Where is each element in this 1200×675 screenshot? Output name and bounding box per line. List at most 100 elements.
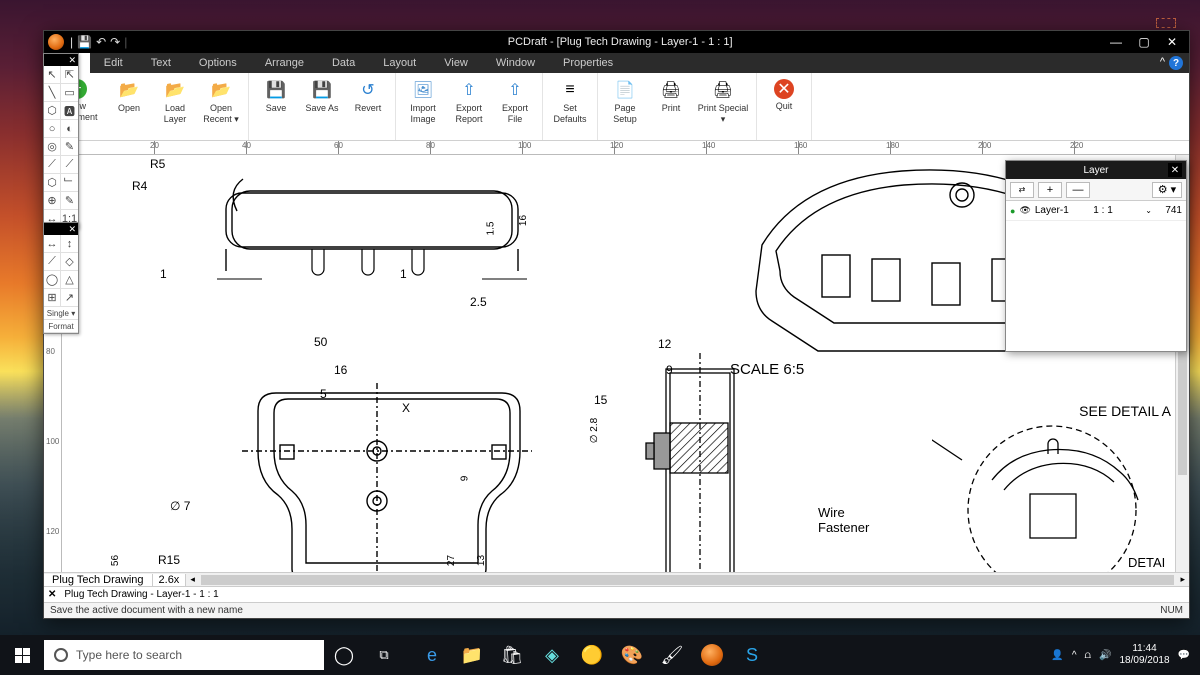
scroll-track[interactable] <box>201 575 1175 585</box>
tab-close-icon[interactable]: ✕ <box>48 589 56 600</box>
menu-window[interactable]: Window <box>482 53 549 73</box>
dim-format-button[interactable]: Format <box>44 320 78 333</box>
save-as-button[interactable]: 💾Save As <box>301 77 343 136</box>
redo-icon[interactable]: ↷ <box>110 35 120 49</box>
tool-2-1[interactable]: 🅰 <box>61 102 78 119</box>
tool-1-1[interactable]: ▭ <box>61 84 78 101</box>
dimtool-3-1[interactable]: ↗ <box>61 289 78 306</box>
tool-6-0[interactable]: ⬡ <box>44 174 61 191</box>
tool-7-0[interactable]: ⊕ <box>44 192 61 209</box>
minimize-button[interactable]: — <box>1103 33 1129 51</box>
menu-arrange[interactable]: Arrange <box>251 53 318 73</box>
tool-1-0[interactable]: ╲ <box>44 84 61 101</box>
tool-7-1[interactable]: ✎ <box>61 192 78 209</box>
horizontal-scrollbar[interactable]: Plug Tech Drawing 2.6x ◂ ▸ <box>44 572 1189 586</box>
document-tab[interactable]: Plug Tech Drawing - Layer-1 - 1 : 1 <box>64 589 218 600</box>
menu-view[interactable]: View <box>430 53 482 73</box>
app1-icon[interactable]: ◈ <box>532 635 572 675</box>
paint-icon[interactable]: 🎨 <box>612 635 652 675</box>
open-button[interactable]: 📂Open <box>108 77 150 136</box>
taskbar-search[interactable]: Type here to search <box>44 640 324 670</box>
maximize-button[interactable]: ▢ <box>1131 33 1157 51</box>
dimtool-2-0[interactable]: ◯ <box>44 271 61 288</box>
tray-network-icon[interactable]: ⩍ <box>1085 650 1092 661</box>
layer-panel[interactable]: Layer ✕ ⇄ + — ⚙ ▾ ● 👁 Layer-1 1 : 1 ⌄ 74… <box>1005 160 1187 352</box>
revert-button[interactable]: ↺Revert <box>347 77 389 136</box>
save-button[interactable]: 💾Save <box>255 77 297 136</box>
open-recent-button[interactable]: 📂Open Recent ▾ <box>200 77 242 136</box>
menu-text[interactable]: Text <box>137 53 185 73</box>
layer-add-button[interactable]: + <box>1038 182 1062 198</box>
tray-chevron-icon[interactable]: ^ <box>1072 650 1077 661</box>
tool-2-0[interactable]: ⬡ <box>44 102 61 119</box>
import-image-button[interactable]: 🖼Import Image <box>402 77 444 136</box>
layer-name[interactable]: Layer-1 <box>1035 205 1093 216</box>
window-titlebar[interactable]: | 💾 ↶ ↷ | PCDraft - [Plug Tech Drawing -… <box>44 31 1189 53</box>
pcdraft-taskbar-icon[interactable] <box>692 635 732 675</box>
dimpal-close-icon[interactable]: ✕ <box>68 224 76 235</box>
layer-settings-button[interactable]: ⚙ ▾ <box>1152 182 1182 198</box>
save-icon[interactable]: | <box>70 35 73 49</box>
dimtool-3-0[interactable]: ⊞ <box>44 289 61 306</box>
print-special-button[interactable]: 🖨Print Special ▾ <box>696 77 750 136</box>
layer-row[interactable]: ● 👁 Layer-1 1 : 1 ⌄ 741 <box>1006 201 1186 221</box>
menu-options[interactable]: Options <box>185 53 251 73</box>
undo-icon[interactable]: ↶ <box>96 35 106 49</box>
help-icon[interactable]: ? <box>1169 56 1183 70</box>
close-button[interactable]: ✕ <box>1159 33 1185 51</box>
zoom-indicator[interactable]: 2.6x <box>153 574 187 586</box>
load-layer-button[interactable]: 📂Load Layer <box>154 77 196 136</box>
dimension-palette[interactable]: ✕ ↔↕⟋◇◯△⊞↗ Single ▾ Format <box>43 222 79 334</box>
menu-data[interactable]: Data <box>318 53 369 73</box>
windows-taskbar[interactable]: Type here to search ◯ ⧉ e 📁 🛍 ◈ 🟡 🎨 🖌 S … <box>0 635 1200 675</box>
menu-properties[interactable]: Properties <box>549 53 627 73</box>
start-button[interactable] <box>0 635 44 675</box>
export-file-button[interactable]: ⇧Export File <box>494 77 536 136</box>
tool-0-1[interactable]: ⇱ <box>61 66 78 83</box>
print-button[interactable]: 🖨Print <box>650 77 692 136</box>
menu-edit[interactable]: Edit <box>90 53 137 73</box>
tool-4-0[interactable]: ◎ <box>44 138 61 155</box>
set-defaults-button[interactable]: ≡Set Defaults <box>549 77 591 136</box>
notifications-icon[interactable]: 💬 <box>1178 650 1190 661</box>
layer-panel-close-icon[interactable]: ✕ <box>1168 163 1182 177</box>
tool-5-1[interactable]: ⟋ <box>61 156 78 173</box>
dimtool-0-0[interactable]: ↔ <box>44 235 61 252</box>
layer-scale-dropdown-icon[interactable]: ⌄ <box>1141 206 1156 215</box>
brush-icon[interactable]: 🖌 <box>652 635 692 675</box>
layer-eye-icon[interactable]: 👁 <box>1019 205 1030 216</box>
store-icon[interactable]: 🛍 <box>492 635 532 675</box>
tool-0-0[interactable]: ↖ <box>44 66 61 83</box>
dimtool-1-1[interactable]: ◇ <box>61 253 78 270</box>
tray-volume-icon[interactable]: 🔊 <box>1099 650 1111 661</box>
collapse-ribbon-icon[interactable]: ^ <box>1160 56 1165 70</box>
tool-palette[interactable]: ✕ ↖⇱╲▭⬡🅰○◐◎✎⟋⟋⬡﹂⊕✎↔1:1 <box>43 53 79 229</box>
layer-merge-button[interactable]: ⇄ <box>1010 182 1034 198</box>
menu-layout[interactable]: Layout <box>369 53 430 73</box>
edge-icon[interactable]: e <box>412 635 452 675</box>
tool-6-1[interactable]: ﹂ <box>61 174 78 191</box>
save2-icon[interactable]: 💾 <box>77 35 92 49</box>
scroll-right-icon[interactable]: ▸ <box>1176 574 1189 585</box>
taskbar-clock[interactable]: 11:44 18/09/2018 <box>1119 643 1169 667</box>
chrome-icon[interactable]: 🟡 <box>572 635 612 675</box>
explorer-icon[interactable]: 📁 <box>452 635 492 675</box>
dimtool-2-1[interactable]: △ <box>61 271 78 288</box>
tool-3-1[interactable]: ◐ <box>61 120 78 137</box>
export-report-button[interactable]: ⇧Export Report <box>448 77 490 136</box>
layer-delete-button[interactable]: — <box>1066 182 1090 198</box>
toolbox-close-icon[interactable]: ✕ <box>68 55 76 66</box>
layer-scale[interactable]: 1 : 1 <box>1093 205 1141 216</box>
scroll-left-icon[interactable]: ◂ <box>186 574 199 585</box>
quit-button[interactable]: ✕Quit <box>763 77 805 136</box>
skype-icon[interactable]: S <box>732 635 772 675</box>
cortana-icon[interactable]: ◯ <box>324 635 364 675</box>
tray-user-icon[interactable]: 👤 <box>1051 650 1063 661</box>
dimtool-1-0[interactable]: ⟋ <box>44 253 61 270</box>
tool-5-0[interactable]: ⟋ <box>44 156 61 173</box>
tool-4-1[interactable]: ✎ <box>61 138 78 155</box>
page-setup-button[interactable]: 📄Page Setup <box>604 77 646 136</box>
taskview-icon[interactable]: ⧉ <box>364 635 404 675</box>
dim-single-dropdown[interactable]: Single ▾ <box>44 307 78 320</box>
layer-visible-icon[interactable]: ● <box>1010 206 1015 216</box>
